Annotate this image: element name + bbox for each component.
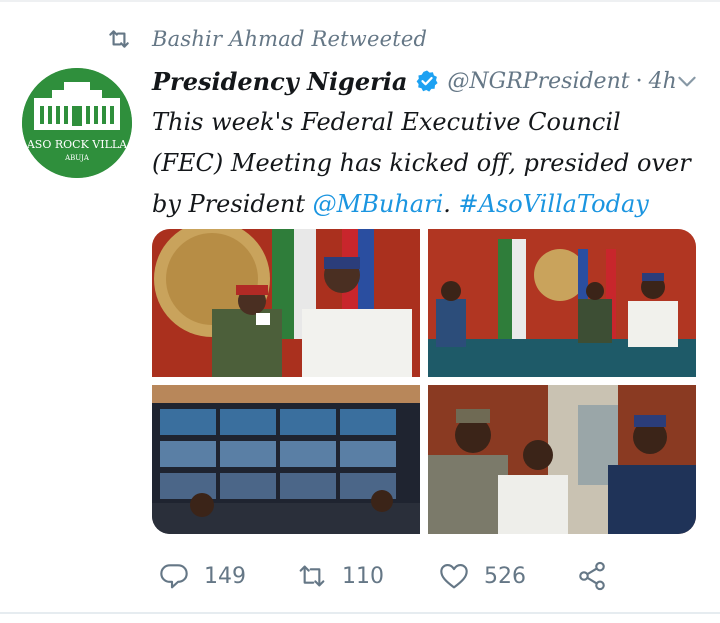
photo-fec-chamber[interactable] — [428, 229, 696, 377]
like-count: 526 — [484, 563, 526, 589]
bottom-divider — [0, 612, 720, 614]
heart-icon — [440, 564, 468, 589]
retweet-button[interactable]: 110 — [296, 556, 384, 596]
top-divider — [0, 0, 720, 2]
reply-icon — [160, 564, 188, 589]
hashtag-link[interactable]: #AsoVillaToday — [459, 190, 649, 218]
tweet-header: Presidency Nigeria @NGRPresident · 4h — [152, 62, 700, 100]
retweet-context-label: Bashir Ahmad Retweeted — [152, 27, 428, 51]
avatar[interactable]: ASO ROCK VILLA ABUJA — [22, 68, 132, 178]
separator-dot: · — [635, 68, 643, 94]
share-icon — [579, 561, 605, 591]
reply-button[interactable]: 149 — [158, 556, 246, 596]
tweet-text-middle: . — [443, 190, 459, 218]
media-grid — [152, 229, 696, 534]
retweet-icon — [109, 30, 129, 48]
svg-text:ASO ROCK VILLA: ASO ROCK VILLA — [26, 138, 128, 151]
tweet-text: This week's Federal Executive Council (F… — [152, 102, 692, 225]
like-button[interactable]: 526 — [438, 556, 526, 596]
handle[interactable]: @NGRPresident — [447, 69, 629, 94]
aso-rock-villa-logo: ASO ROCK VILLA ABUJA — [22, 68, 132, 178]
photo-ministers-conversation[interactable] — [428, 385, 696, 534]
reply-count: 149 — [204, 563, 246, 589]
retweet-count: 110 — [342, 563, 384, 589]
timestamp[interactable]: 4h — [649, 69, 677, 94]
verified-badge-icon — [417, 70, 439, 92]
photo-virtual-meeting[interactable] — [152, 385, 420, 534]
chevron-down-icon[interactable] — [674, 68, 700, 94]
tweet[interactable]: Bashir Ahmad Retweeted ASO ROCK VILLA AB… — [0, 0, 720, 623]
tweet-actions: 149 110 526 — [152, 556, 632, 596]
retweet-icon — [299, 565, 325, 587]
retweet-context[interactable]: Bashir Ahmad Retweeted — [106, 22, 427, 56]
mention-link[interactable]: @MBuhari — [313, 190, 444, 218]
svg-text:ABUJA: ABUJA — [64, 154, 90, 162]
display-name[interactable]: Presidency Nigeria — [152, 67, 407, 96]
share-button[interactable] — [576, 556, 608, 596]
photo-president-with-aide[interactable] — [152, 229, 420, 377]
